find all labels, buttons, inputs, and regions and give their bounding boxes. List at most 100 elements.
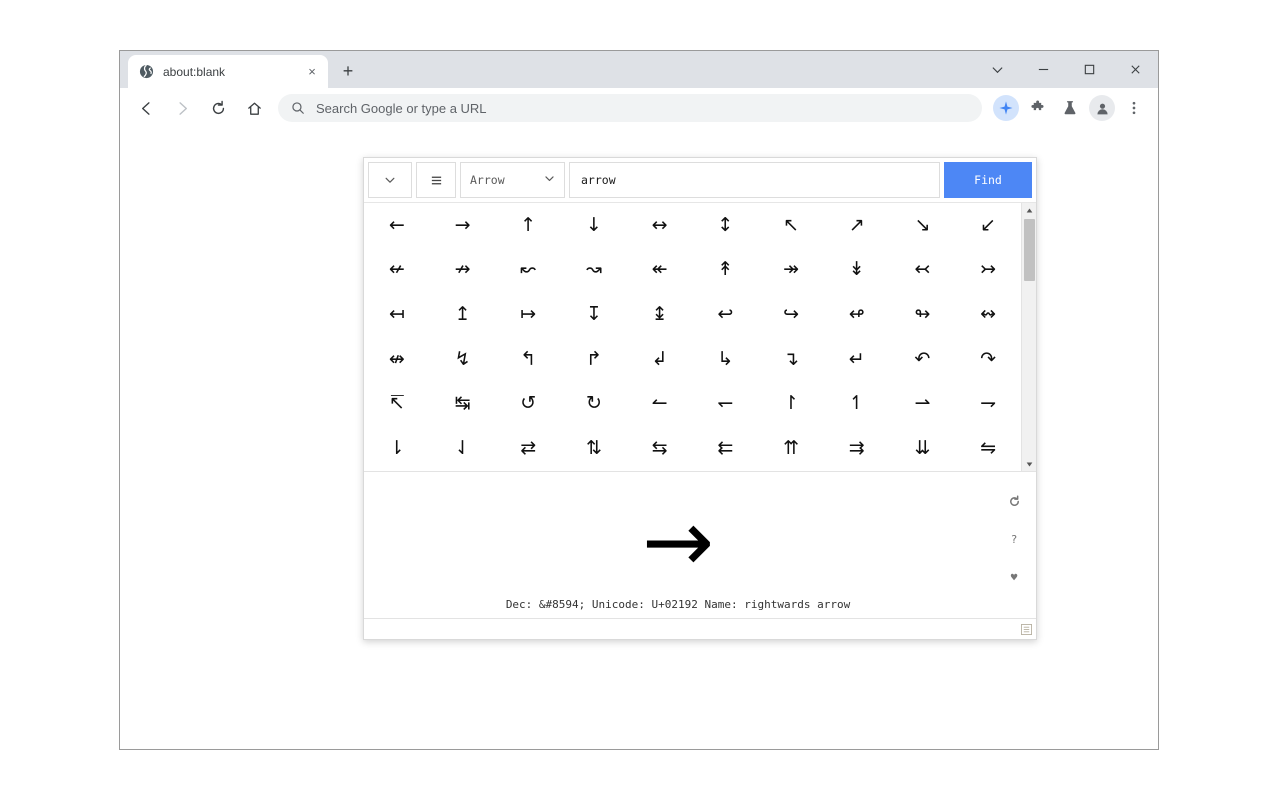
window-chevron-down-icon[interactable]	[974, 51, 1020, 88]
charmap-cell[interactable]: ↩	[692, 292, 758, 337]
scrollbar-down-arrow-icon[interactable]	[1022, 457, 1037, 471]
charmap-cell[interactable]: ↷	[955, 337, 1021, 382]
charmap-cell[interactable]: ↝	[561, 248, 627, 293]
resize-handle-icon[interactable]	[1021, 623, 1032, 635]
charmap-cell[interactable]: ↹	[430, 382, 496, 427]
charmap-cell[interactable]: ↙	[955, 203, 1021, 248]
charmap-cell[interactable]: ↜	[495, 248, 561, 293]
charmap-cell[interactable]: ⇆	[627, 426, 693, 471]
charmap-cell[interactable]: ↤	[364, 292, 430, 337]
forward-icon[interactable]	[167, 93, 197, 123]
charmap-find-button[interactable]: Find	[944, 162, 1032, 198]
window-maximize-icon[interactable]	[1066, 51, 1112, 88]
charmap-cell[interactable]: ↽	[692, 382, 758, 427]
charmap-cell[interactable]: ↮	[364, 337, 430, 382]
charmap-cell[interactable]: ↳	[692, 337, 758, 382]
charmap-cell[interactable]: ↻	[561, 382, 627, 427]
extensions-puzzle-icon[interactable]	[1025, 95, 1051, 121]
tab-close-icon[interactable]: ×	[304, 64, 320, 80]
charmap-cell[interactable]: ←	[364, 203, 430, 248]
charmap-cell[interactable]: ↾	[758, 382, 824, 427]
charmap-cell[interactable]: ↲	[627, 337, 693, 382]
profile-avatar-icon[interactable]	[1089, 95, 1115, 121]
charmap-toolbar: Arrow arrow Find	[364, 158, 1036, 203]
scrollbar-track[interactable]	[1022, 217, 1037, 457]
charmap-cell[interactable]: ↫	[824, 292, 890, 337]
charmap-cell[interactable]: ↶	[890, 337, 956, 382]
charmap-cell[interactable]: ↸	[364, 382, 430, 427]
charmap-cell[interactable]: ↬	[890, 292, 956, 337]
window-controls	[974, 51, 1158, 88]
toolbar-right-icons	[990, 95, 1150, 121]
charmap-category-select[interactable]: Arrow	[460, 162, 565, 198]
scrollbar-up-arrow-icon[interactable]	[1022, 203, 1037, 217]
favorite-heart-icon[interactable]: ♥	[1003, 566, 1025, 588]
charmap-cell[interactable]: ↠	[758, 248, 824, 293]
new-tab-button[interactable]: +	[334, 57, 362, 85]
charmap-cell[interactable]: ↗	[824, 203, 890, 248]
refresh-icon[interactable]	[1003, 490, 1025, 512]
help-icon[interactable]: ?	[1003, 528, 1025, 550]
charmap-cell[interactable]: →	[430, 203, 496, 248]
charmap-cell[interactable]: ↯	[430, 337, 496, 382]
charmap-cell[interactable]: ↘	[890, 203, 956, 248]
charmap-menu-button[interactable]	[416, 162, 456, 198]
window-minimize-icon[interactable]	[1020, 51, 1066, 88]
scrollbar-thumb[interactable]	[1023, 219, 1035, 281]
charmap-cell[interactable]: ↿	[824, 382, 890, 427]
globe-icon	[138, 64, 154, 80]
charmap-scrollbar[interactable]	[1021, 203, 1036, 471]
charmap-cell[interactable]: ⇃	[430, 426, 496, 471]
address-bar[interactable]: Search Google or type a URL	[278, 94, 982, 122]
charmap-cell[interactable]: ↟	[692, 248, 758, 293]
charmap-cell[interactable]: ↡	[824, 248, 890, 293]
charmap-cell[interactable]: ↓	[561, 203, 627, 248]
charmap-cell[interactable]: ↣	[955, 248, 1021, 293]
charmap-cell[interactable]: ↪	[758, 292, 824, 337]
charmap-search-input[interactable]: arrow	[569, 162, 940, 198]
charmap-cell[interactable]: ↥	[430, 292, 496, 337]
character-map-popup: Arrow arrow Find ← → ↑ ↓ ↔ ↕ ↖ ↗ ↘ ↙ ↚ ↛ ↜ ↝ ↞ ↟ ↠ ↡ ↢ ↣ ↤ ↥ ↦…	[363, 157, 1037, 640]
charmap-cell[interactable]: ↵	[824, 337, 890, 382]
charmap-cell[interactable]: ↨	[627, 292, 693, 337]
home-icon[interactable]	[239, 93, 269, 123]
charmap-cell[interactable]: ⇈	[758, 426, 824, 471]
charmap-cell[interactable]: ↧	[561, 292, 627, 337]
charmap-cell[interactable]: ↰	[495, 337, 561, 382]
charmap-cell[interactable]: ↱	[561, 337, 627, 382]
charmap-cell[interactable]: ↭	[955, 292, 1021, 337]
charmap-cell[interactable]: ↴	[758, 337, 824, 382]
charmap-cell[interactable]: ⇊	[890, 426, 956, 471]
charmap-statusbar	[364, 618, 1036, 639]
more-menu-icon[interactable]	[1121, 95, 1147, 121]
reload-icon[interactable]	[203, 93, 233, 123]
labs-flask-icon[interactable]	[1057, 95, 1083, 121]
charmap-cell[interactable]: ↞	[627, 248, 693, 293]
charmap-cell[interactable]: ↦	[495, 292, 561, 337]
charmap-cell[interactable]: ⇁	[955, 382, 1021, 427]
browser-toolbar: Search Google or type a URL	[120, 88, 1158, 128]
charmap-cell[interactable]: ⇉	[824, 426, 890, 471]
charmap-cell[interactable]: ↼	[627, 382, 693, 427]
charmap-cell[interactable]: ↑	[495, 203, 561, 248]
charmap-cell[interactable]: ↛	[430, 248, 496, 293]
charmap-cell[interactable]: ↔	[627, 203, 693, 248]
charmap-cell[interactable]: ↖	[758, 203, 824, 248]
back-icon[interactable]	[131, 93, 161, 123]
charmap-cell[interactable]: ↺	[495, 382, 561, 427]
window-close-icon[interactable]	[1112, 51, 1158, 88]
gemini-sparkle-icon[interactable]	[993, 95, 1019, 121]
charmap-preview-area: → Dec: &#8594; Unicode: U+02192 Name: ri…	[364, 472, 1036, 618]
browser-tab[interactable]: about:blank ×	[128, 55, 328, 88]
charmap-cell[interactable]: ⇄	[495, 426, 561, 471]
charmap-cell[interactable]: ⇂	[364, 426, 430, 471]
charmap-cell[interactable]: ↚	[364, 248, 430, 293]
charmap-cell[interactable]: ⇋	[955, 426, 1021, 471]
charmap-cell[interactable]: ⇅	[561, 426, 627, 471]
charmap-cell[interactable]: ↢	[890, 248, 956, 293]
charmap-cell[interactable]: ↕	[692, 203, 758, 248]
charmap-cell[interactable]: ⇇	[692, 426, 758, 471]
charmap-character-grid: ← → ↑ ↓ ↔ ↕ ↖ ↗ ↘ ↙ ↚ ↛ ↜ ↝ ↞ ↟ ↠ ↡ ↢ ↣ ↤ ↥ ↦ ↧ ↨ ↩ ↪ ↫ ↬ ↭ ↮ ↯ ↰ ↱ ↲ ↳ ↴ ↵ ↶ ↷…	[364, 203, 1021, 471]
charmap-collapse-button[interactable]	[368, 162, 412, 198]
charmap-cell[interactable]: ⇀	[890, 382, 956, 427]
